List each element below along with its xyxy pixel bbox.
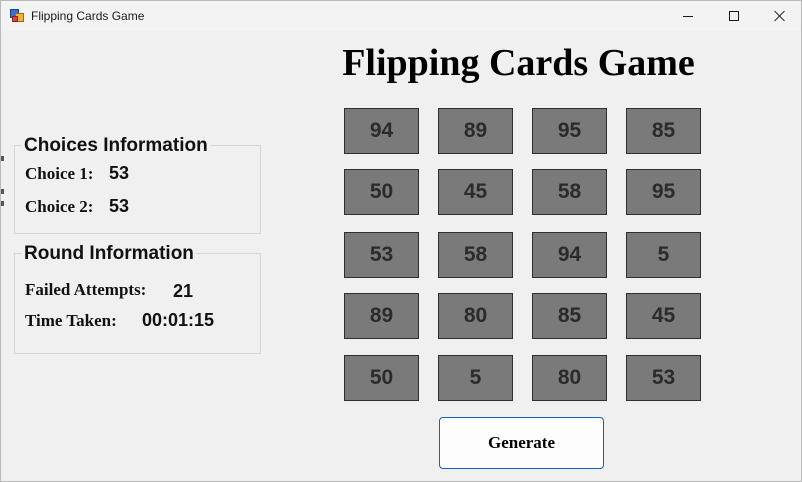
card-button[interactable]: 5 xyxy=(626,232,701,278)
card-button[interactable]: 94 xyxy=(532,232,607,278)
card-button[interactable]: 85 xyxy=(626,108,701,154)
round-information-title: Round Information xyxy=(22,243,196,265)
choice2-value: 53 xyxy=(109,196,130,216)
close-button[interactable] xyxy=(757,1,802,31)
card-button[interactable]: 94 xyxy=(344,108,419,154)
round-information-group xyxy=(14,253,261,354)
time-taken-label: Time Taken: xyxy=(25,311,117,330)
generate-button[interactable]: Generate xyxy=(439,417,604,469)
window-title: Flipping Cards Game xyxy=(31,9,145,23)
left-edge-mark xyxy=(1,156,4,161)
failed-attempts-label: Failed Attempts: xyxy=(25,280,147,299)
card-button[interactable]: 45 xyxy=(626,293,701,339)
card-button[interactable]: 53 xyxy=(626,355,701,401)
time-taken-value: 00:01:15 xyxy=(142,310,215,330)
app-window: Flipping Cards Game Flipping Cards Game … xyxy=(0,0,802,482)
card-button[interactable]: 50 xyxy=(344,355,419,401)
choice2-label: Choice 2: xyxy=(25,197,94,216)
card-button[interactable]: 58 xyxy=(438,232,513,278)
left-edge-mark xyxy=(1,201,4,206)
minimize-icon xyxy=(683,15,693,17)
left-edge-mark xyxy=(1,189,4,194)
choice1-value: 53 xyxy=(109,163,130,183)
game-title: Flipping Cards Game xyxy=(342,42,695,84)
app-icon xyxy=(10,9,24,23)
choices-information-group xyxy=(14,145,261,234)
maximize-icon xyxy=(729,11,739,21)
choices-information-title: Choices Information xyxy=(22,135,210,157)
minimize-button[interactable] xyxy=(665,1,711,31)
failed-attempts-value: 21 xyxy=(173,281,194,301)
title-bar[interactable]: Flipping Cards Game xyxy=(1,1,801,31)
choice1-label: Choice 1: xyxy=(25,164,94,183)
card-button[interactable]: 45 xyxy=(438,169,513,215)
card-button[interactable]: 80 xyxy=(438,293,513,339)
card-button[interactable]: 95 xyxy=(626,169,701,215)
maximize-button[interactable] xyxy=(711,1,757,31)
card-button[interactable]: 80 xyxy=(532,355,607,401)
card-button[interactable]: 85 xyxy=(532,293,607,339)
card-button[interactable]: 50 xyxy=(344,169,419,215)
card-button[interactable]: 89 xyxy=(344,293,419,339)
close-icon xyxy=(774,10,786,22)
card-button[interactable]: 58 xyxy=(532,169,607,215)
card-button[interactable]: 95 xyxy=(532,108,607,154)
card-button[interactable]: 53 xyxy=(344,232,419,278)
card-button[interactable]: 5 xyxy=(438,355,513,401)
card-button[interactable]: 89 xyxy=(438,108,513,154)
